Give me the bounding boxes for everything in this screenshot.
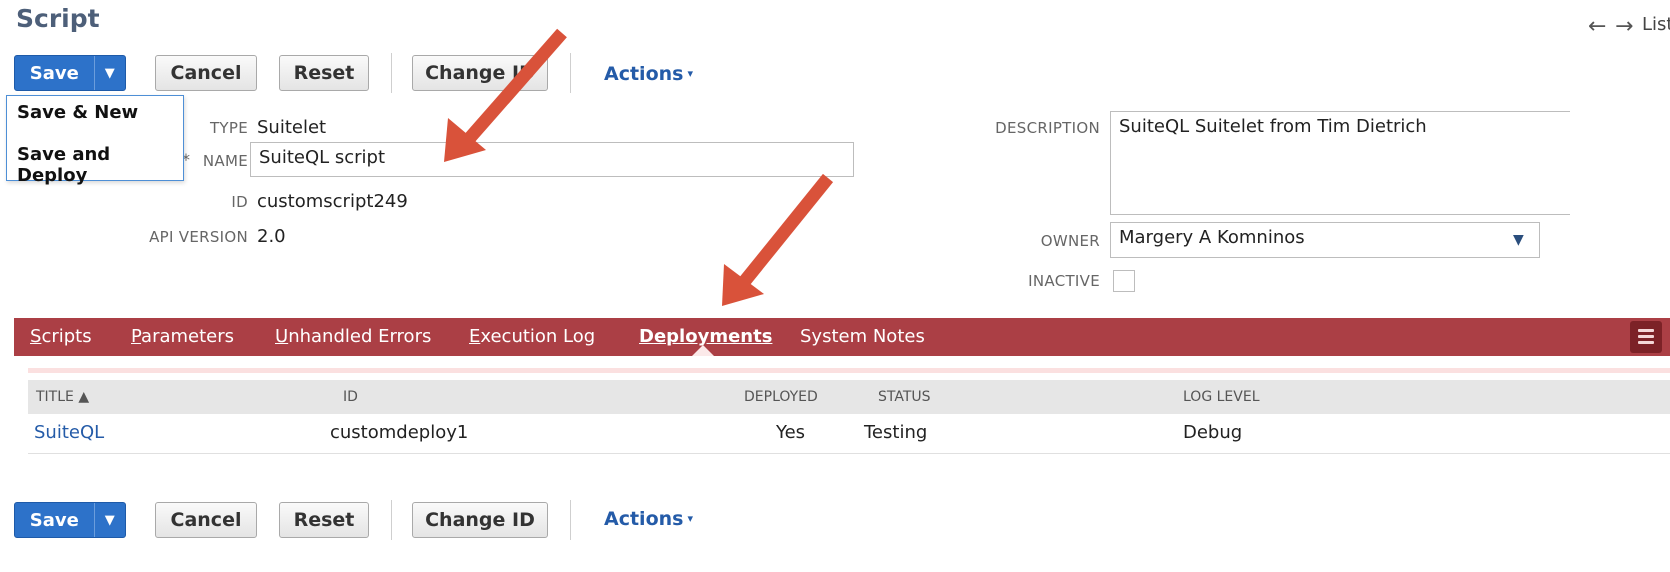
column-header-deployed[interactable]: DEPLOYED (744, 389, 818, 405)
toolbar-divider (391, 500, 392, 540)
deployment-log-level: Debug (1183, 422, 1243, 443)
change-id-button[interactable]: Change ID (412, 55, 548, 91)
save-dropdown-icon[interactable]: ▼ (93, 56, 125, 90)
id-label: ID (231, 193, 248, 211)
save-button-bottom[interactable]: Save ▼ (14, 502, 126, 538)
deployment-status: Testing (864, 422, 928, 443)
save-button[interactable]: Save ▼ (14, 55, 126, 91)
arrow-icon (722, 173, 834, 306)
deployment-deployed: Yes (776, 422, 806, 443)
save-dropdown-icon[interactable]: ▼ (93, 503, 125, 537)
owner-label: OWNER (1040, 232, 1100, 250)
name-input[interactable]: SuiteQL script (250, 142, 854, 177)
save-dropdown-menu: Save & New Save and Deploy (6, 95, 184, 186)
inactive-checkbox[interactable] (1113, 270, 1135, 292)
menu-item-save-and-new[interactable]: Save & New (17, 102, 138, 123)
reset-button-bottom[interactable]: Reset (279, 502, 369, 538)
menu-toggle-button[interactable] (1630, 321, 1662, 353)
tab-unhandled-errors[interactable]: Unhandled Errors (275, 326, 431, 347)
tab-system-notes[interactable]: System Notes (800, 326, 925, 347)
tab-execution-log[interactable]: Execution Log (469, 326, 595, 347)
owner-select[interactable]: Margery A Komninos (1110, 222, 1540, 258)
deployment-id: customdeploy1 (330, 422, 469, 443)
list-link[interactable]: List (1642, 14, 1670, 35)
actions-label[interactable]: Actions (604, 508, 683, 530)
cancel-button[interactable]: Cancel (155, 55, 257, 91)
column-header-log-level[interactable]: LOG LEVEL (1183, 389, 1260, 405)
page-title: Script (16, 4, 100, 33)
actions-label[interactable]: Actions (604, 63, 683, 85)
reset-button[interactable]: Reset (279, 55, 369, 91)
toolbar-divider (391, 53, 392, 93)
toolbar-divider (570, 500, 571, 540)
forward-arrow-icon[interactable]: → (1615, 16, 1633, 38)
tab-parameters[interactable]: Parameters (131, 326, 234, 347)
api-version-label: API VERSION (149, 228, 248, 246)
menu-icon (1638, 341, 1654, 344)
inactive-label: INACTIVE (1028, 272, 1100, 290)
tab-content-divider (28, 368, 1670, 373)
name-label: NAME (202, 152, 248, 170)
toolbar-divider (570, 53, 571, 93)
active-tab-indicator (692, 345, 714, 356)
column-header-status[interactable]: STATUS (878, 389, 931, 405)
save-button-label[interactable]: Save (15, 503, 94, 537)
owner-select-value: Margery A Komninos (1119, 227, 1305, 248)
subtab-bar: Scripts Parameters Unhandled Errors Exec… (14, 318, 1670, 356)
change-id-button-bottom[interactable]: Change ID (412, 502, 548, 538)
id-value: customscript249 (257, 191, 408, 212)
type-value: Suitelet (257, 117, 327, 138)
cancel-button-bottom[interactable]: Cancel (155, 502, 257, 538)
menu-icon (1638, 329, 1654, 332)
menu-icon (1638, 335, 1654, 338)
column-header-title[interactable]: TITLE ▲ (36, 389, 89, 405)
description-label: DESCRIPTION (995, 119, 1100, 137)
tab-deployments[interactable]: Deployments (639, 326, 772, 347)
table-row: SuiteQL customdeploy1 Yes Testing Debug (28, 414, 1670, 454)
menu-item-save-and-deploy[interactable]: Save and Deploy (17, 144, 183, 186)
column-header-id[interactable]: ID (343, 389, 358, 405)
actions-menu-bottom[interactable]: Actions ▾ (604, 508, 693, 530)
actions-menu[interactable]: Actions ▾ (604, 63, 693, 85)
save-button-label[interactable]: Save (15, 56, 94, 90)
description-textarea[interactable]: SuiteQL Suitelet from Tim Dietrich (1110, 111, 1570, 215)
tab-scripts[interactable]: Scripts (30, 326, 92, 347)
actions-caret-icon[interactable]: ▾ (687, 67, 693, 80)
table-header: TITLE ▲ ID DEPLOYED STATUS LOG LEVEL (28, 380, 1670, 414)
back-arrow-icon[interactable]: ← (1588, 16, 1606, 38)
api-version-value: 2.0 (257, 226, 286, 247)
deployment-title-link[interactable]: SuiteQL (34, 422, 104, 443)
owner-dropdown-icon[interactable]: ▼ (1513, 232, 1524, 248)
actions-caret-icon[interactable]: ▾ (687, 512, 693, 525)
